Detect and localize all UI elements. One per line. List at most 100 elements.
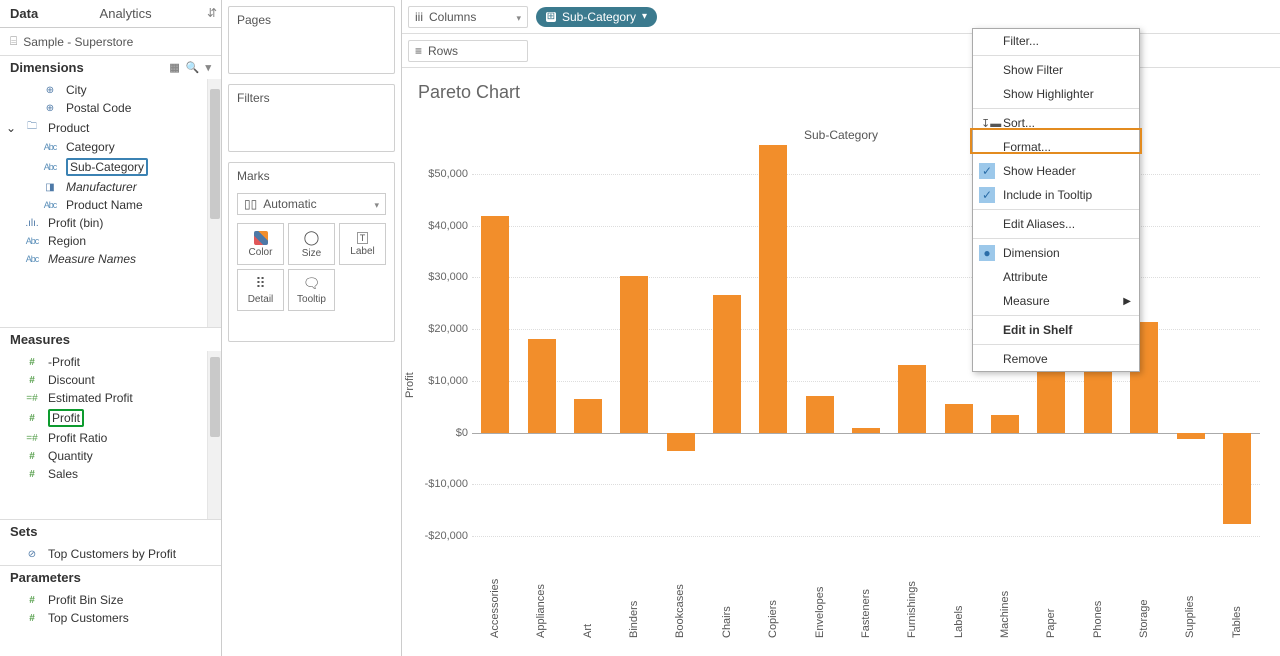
dimensions-scrollbar[interactable]: [207, 79, 221, 327]
dim-profitbin[interactable]: .ılı.Profit (bin): [0, 214, 221, 232]
set-icon: ⊘: [22, 549, 42, 560]
menu-attribute[interactable]: Attribute: [973, 265, 1139, 289]
y-tick-label: $0: [414, 427, 468, 439]
dim-productname[interactable]: Product Name: [0, 196, 221, 214]
chart-area: Pareto Chart Sub-Category Profit $50,000…: [402, 68, 1280, 656]
btn-label: Detail: [248, 294, 274, 305]
meas-negprofit[interactable]: -Profit: [0, 353, 221, 371]
menu-remove[interactable]: Remove: [973, 347, 1139, 371]
search-icon[interactable]: 🔍: [186, 61, 200, 74]
x-tick-label: Art: [565, 548, 611, 638]
menu-measure[interactable]: Measure▶: [973, 289, 1139, 313]
x-tick-label: Tables: [1214, 548, 1260, 638]
field-label: Region: [48, 234, 86, 248]
sets-header: Sets: [0, 519, 221, 543]
marks-card: Marks ▯▯ Automatic Color ◯Size TLabel ⠿D…: [228, 162, 395, 342]
bar[interactable]: [620, 276, 648, 432]
bar[interactable]: [991, 415, 1019, 433]
param-profitbinsize[interactable]: Profit Bin Size: [0, 591, 221, 609]
dim-product-folder[interactable]: ⌄🗀Product: [0, 117, 221, 138]
menu-icon[interactable]: ▾: [205, 61, 211, 74]
bar[interactable]: [481, 216, 509, 433]
app-root: Data Analytics ⇵ Sample - Superstore Dim…: [0, 0, 1280, 656]
bar[interactable]: [1177, 433, 1205, 439]
sort-icon: ↧▬: [981, 117, 1001, 130]
x-tick-label: Fasteners: [843, 548, 889, 638]
menu-format[interactable]: Format...: [973, 135, 1139, 159]
meas-sales[interactable]: Sales: [0, 465, 221, 483]
bar[interactable]: [898, 365, 926, 433]
dim-manufacturer[interactable]: ◨Manufacturer: [0, 178, 221, 196]
x-tick-label: Supplies: [1167, 548, 1213, 638]
columns-shelf[interactable]: iii Columns ⊞ Sub-Category ▾: [402, 0, 1280, 34]
menu-include-tooltip[interactable]: ✓Include in Tooltip: [973, 183, 1139, 207]
chart-title: Pareto Chart: [412, 78, 1270, 113]
menu-edit-shelf[interactable]: Edit in Shelf: [973, 318, 1139, 342]
btn-label: Tooltip: [297, 294, 326, 305]
menu-show-filter[interactable]: Show Filter: [973, 58, 1139, 82]
dim-postal[interactable]: Postal Code: [0, 99, 221, 117]
tab-analytics[interactable]: Analytics: [48, 0, 203, 27]
mark-type-select[interactable]: ▯▯ Automatic: [237, 193, 386, 215]
datasource-icon: [10, 34, 17, 49]
x-tick-label: Machines: [982, 548, 1028, 638]
tab-dropdown-icon[interactable]: ⇵: [203, 0, 221, 27]
bar[interactable]: [713, 295, 741, 433]
dim-region[interactable]: Region: [0, 232, 221, 250]
detail-button[interactable]: ⠿Detail: [237, 269, 284, 311]
dim-city[interactable]: City: [0, 81, 221, 99]
bar[interactable]: [759, 145, 787, 433]
menu-show-header[interactable]: ✓Show Header: [973, 159, 1139, 183]
bar[interactable]: [574, 399, 602, 433]
field-label: Estimated Profit: [48, 391, 133, 405]
bar[interactable]: [528, 339, 556, 433]
chevron-down-icon[interactable]: [516, 10, 521, 24]
x-tick-label: Storage: [1121, 548, 1167, 638]
set-topcust[interactable]: ⊘Top Customers by Profit: [0, 545, 221, 563]
bar[interactable]: [852, 428, 880, 433]
number-icon: [22, 357, 42, 368]
marks-buttons: Color ◯Size TLabel ⠿Detail 🗨 Tooltip: [229, 219, 394, 315]
menu-dimension[interactable]: ●Dimension: [973, 241, 1139, 265]
expand-icon[interactable]: ⊞: [546, 12, 556, 22]
x-tick-label: Paper: [1028, 548, 1074, 638]
abc-icon: [22, 236, 42, 246]
meas-quantity[interactable]: Quantity: [0, 447, 221, 465]
dim-subcategory[interactable]: Sub-Category: [0, 156, 221, 178]
bar[interactable]: [945, 404, 973, 432]
rows-shelf[interactable]: ≡ Rows: [402, 34, 1280, 68]
meas-profit[interactable]: Profit: [0, 407, 221, 429]
tooltip-button[interactable]: 🗨 Tooltip: [288, 269, 335, 311]
bar[interactable]: [667, 433, 695, 451]
x-tick-label: Labels: [936, 548, 982, 638]
bar[interactable]: [1223, 433, 1251, 525]
color-button[interactable]: Color: [237, 223, 284, 265]
param-topcust[interactable]: Top Customers: [0, 609, 221, 627]
size-button[interactable]: ◯Size: [288, 223, 335, 265]
pages-shelf[interactable]: Pages: [228, 6, 395, 74]
dim-category[interactable]: Category: [0, 138, 221, 156]
meas-estprofit[interactable]: =#Estimated Profit: [0, 389, 221, 407]
tab-data[interactable]: Data: [0, 0, 48, 27]
meas-discount[interactable]: Discount: [0, 371, 221, 389]
y-tick-label: -$10,000: [414, 478, 468, 490]
menu-show-highlighter[interactable]: Show Highlighter: [973, 82, 1139, 106]
color-icon: [254, 231, 268, 245]
field-label: Sales: [48, 467, 78, 481]
bar[interactable]: [806, 396, 834, 432]
datasource-row[interactable]: Sample - Superstore: [0, 28, 221, 55]
measures-scrollbar[interactable]: [207, 351, 221, 519]
menu-filter[interactable]: Filter...: [973, 29, 1139, 53]
menu-sort[interactable]: ↧▬Sort...: [973, 111, 1139, 135]
meas-profitratio[interactable]: =#Profit Ratio: [0, 429, 221, 447]
hierarchy-icon: ◨: [40, 182, 60, 193]
pill-subcategory[interactable]: ⊞ Sub-Category ▾: [536, 7, 657, 27]
context-menu: Filter... Show Filter Show Highlighter ↧…: [972, 28, 1140, 372]
filters-shelf[interactable]: Filters: [228, 84, 395, 152]
menu-edit-aliases[interactable]: Edit Aliases...: [973, 212, 1139, 236]
label-button[interactable]: TLabel: [339, 223, 386, 265]
tooltip-icon: 🗨: [303, 275, 321, 292]
chevron-down-icon[interactable]: ▾: [642, 11, 647, 22]
dim-measurenames[interactable]: Measure Names: [0, 250, 221, 268]
view-grid-icon[interactable]: ▦: [169, 61, 179, 74]
